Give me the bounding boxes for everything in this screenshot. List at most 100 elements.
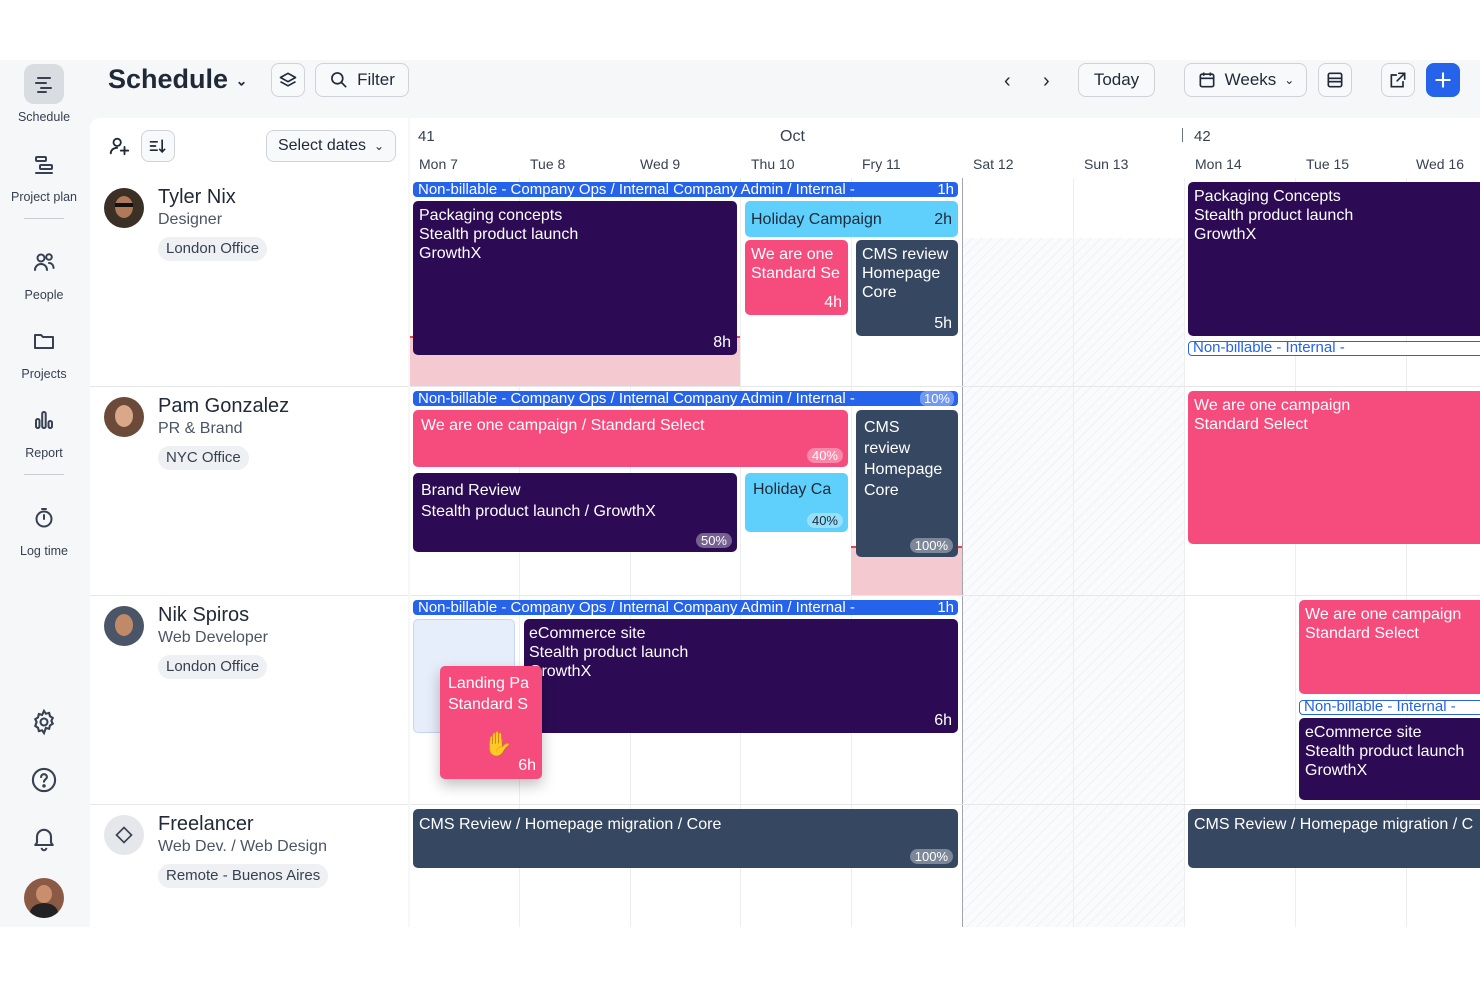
task-project: Standard Se [751,265,840,282]
task-label: Non-billable - Company Ops / Internal Co… [418,182,855,197]
task-label: Packaging concepts [419,207,563,224]
task-percent: 40% [806,448,843,463]
page-title-text: Schedule [108,64,229,94]
day-header: Wed 16 [1416,156,1464,172]
chevron-down-icon: ⌄ [1284,73,1295,87]
task-label: Brand Review [421,482,521,499]
select-dates-dropdown[interactable]: Select dates ⌄ [266,130,396,162]
person-row[interactable]: Tyler Nix Designer London Office [90,178,408,387]
day-header: Mon 7 [419,156,458,172]
chevron-left-icon: ‹ [1004,70,1011,92]
nav-project-plan[interactable]: Project plan [0,144,88,204]
task-nonbillable[interactable]: Non-billable - Company Ops / Internal Co… [413,391,958,406]
task-client: Core [862,284,897,301]
add-person-icon [109,137,130,156]
task-packaging-concepts[interactable]: Packaging concepts Stealth product launc… [413,201,737,355]
notifications-button[interactable] [0,818,88,864]
avatar [104,397,144,437]
task-nonbillable[interactable]: Non-billable - Internal - [1299,700,1480,715]
nav-log-time[interactable]: Log time [0,498,88,558]
help-button[interactable] [0,760,88,806]
task-label: We are one campaign / Standard Select [421,417,705,434]
avatar [104,815,144,855]
nav-projects[interactable]: Projects [0,321,88,381]
week-number: 42 [1194,128,1211,145]
calendar-icon [1199,72,1215,88]
task-we-are-one[interactable]: We are one Standard Se 4h [745,240,848,315]
task-cms-review[interactable]: CMS review Homepage Core 5h [856,240,958,336]
task-label: eCommerce site [529,625,646,642]
user-avatar[interactable] [0,878,88,918]
nav-schedule[interactable]: Schedule [0,64,88,124]
next-week-button[interactable]: › [1043,70,1050,93]
report-icon [24,400,64,440]
task-packaging-concepts[interactable]: Packaging Concepts Stealth product launc… [1188,182,1480,336]
person-role: PR & Brand [158,420,243,437]
task-hours: 8h [713,334,731,351]
task-label: CMS Review / Homepage migration / Core [419,816,722,833]
task-cms-review[interactable]: CMS Review / Homepage migration / C [1188,809,1480,868]
task-ecommerce-site[interactable]: eCommerce site Stealth product launch Gr… [524,619,958,733]
add-person-button[interactable] [104,130,134,162]
sort-button[interactable] [141,130,175,162]
task-holiday-campaign[interactable]: Holiday Ca 40% [745,473,848,532]
person-row[interactable]: Nik Spiros Web Developer London Office [90,596,408,805]
nav-report[interactable]: Report [0,400,88,460]
nav-people[interactable]: People [0,242,88,302]
person-row[interactable]: Freelancer Web Dev. / Web Design Remote … [90,805,408,927]
view-density-button[interactable] [1318,63,1352,97]
task-ecommerce-site[interactable]: eCommerce site Stealth product launch Gr… [1299,718,1480,800]
task-client: GrowthX [1305,762,1368,779]
task-label: CMS Review / Homepage migration / C [1194,816,1474,833]
day-column [1184,118,1185,927]
task-percent: 50% [695,533,732,548]
page-title[interactable]: Schedule ⌄ [108,64,247,95]
task-cms-review[interactable]: CMS review Homepage Core 100% [856,410,958,557]
task-brand-review[interactable]: Brand Review Stealth product launch / Gr… [413,473,737,552]
task-project: Stealth product launch / GrowthX [421,503,656,520]
task-we-are-one[interactable]: We are one campaign Standard Select [1299,600,1480,694]
avatar [104,188,144,228]
chevron-down-icon: ⌄ [374,139,385,153]
task-we-are-one[interactable]: We are one campaign Standard Select [1188,391,1480,544]
task-landing-page-dragging[interactable]: Landing Pa Standard S 6h ✋ [440,666,542,779]
bell-icon [24,818,64,858]
task-nonbillable[interactable]: Non-billable - Company Ops / Internal Co… [413,182,958,197]
task-label: We are one [751,246,834,263]
settings-button[interactable] [0,702,88,748]
person-row[interactable]: Pam Gonzalez PR & Brand NYC Office [90,387,408,596]
task-hours: 6h [518,757,536,774]
help-icon [24,760,64,800]
person-role: Designer [158,211,223,228]
person-name: Freelancer [158,813,254,835]
task-label: We are one campaign [1305,606,1462,623]
task-client: Core [864,482,899,499]
task-nonbillable[interactable]: Non-billable - Internal - [1188,341,1480,356]
weeks-dropdown[interactable]: Weeks ⌄ [1184,63,1307,97]
task-label: Non-billable - Internal - [1304,700,1456,715]
filter-button[interactable]: Filter [315,63,409,97]
day-column [851,118,852,927]
weeks-label: Weeks [1224,70,1277,89]
nav-divider [24,474,64,475]
task-nonbillable[interactable]: Non-billable - Company Ops / Internal Co… [413,600,958,615]
day-column [740,118,741,927]
export-button[interactable] [1381,63,1415,97]
today-button[interactable]: Today [1078,63,1155,97]
task-label: CMS review [862,246,949,263]
task-label: Non-billable - Company Ops / Internal Co… [418,391,855,406]
prev-week-button[interactable]: ‹ [1004,70,1011,93]
app-window: Schedule Project plan People Projects Re… [0,60,1480,927]
layers-button[interactable] [271,63,305,97]
add-button[interactable] [1426,63,1460,97]
task-cms-review[interactable]: CMS Review / Homepage migration / Core 1… [413,809,958,868]
task-holiday-campaign[interactable]: Holiday Campaign 2h [745,201,958,237]
task-label: Packaging Concepts [1194,188,1341,205]
day-header: Tue 8 [530,156,566,172]
task-label: eCommerce site [1305,724,1422,741]
person-role: Web Developer [158,629,268,646]
task-we-are-one[interactable]: We are one campaign / Standard Select 40… [413,410,848,467]
task-percent: 10% [919,391,954,406]
task-hours: 4h [824,294,842,311]
task-percent: 100% [909,849,953,864]
